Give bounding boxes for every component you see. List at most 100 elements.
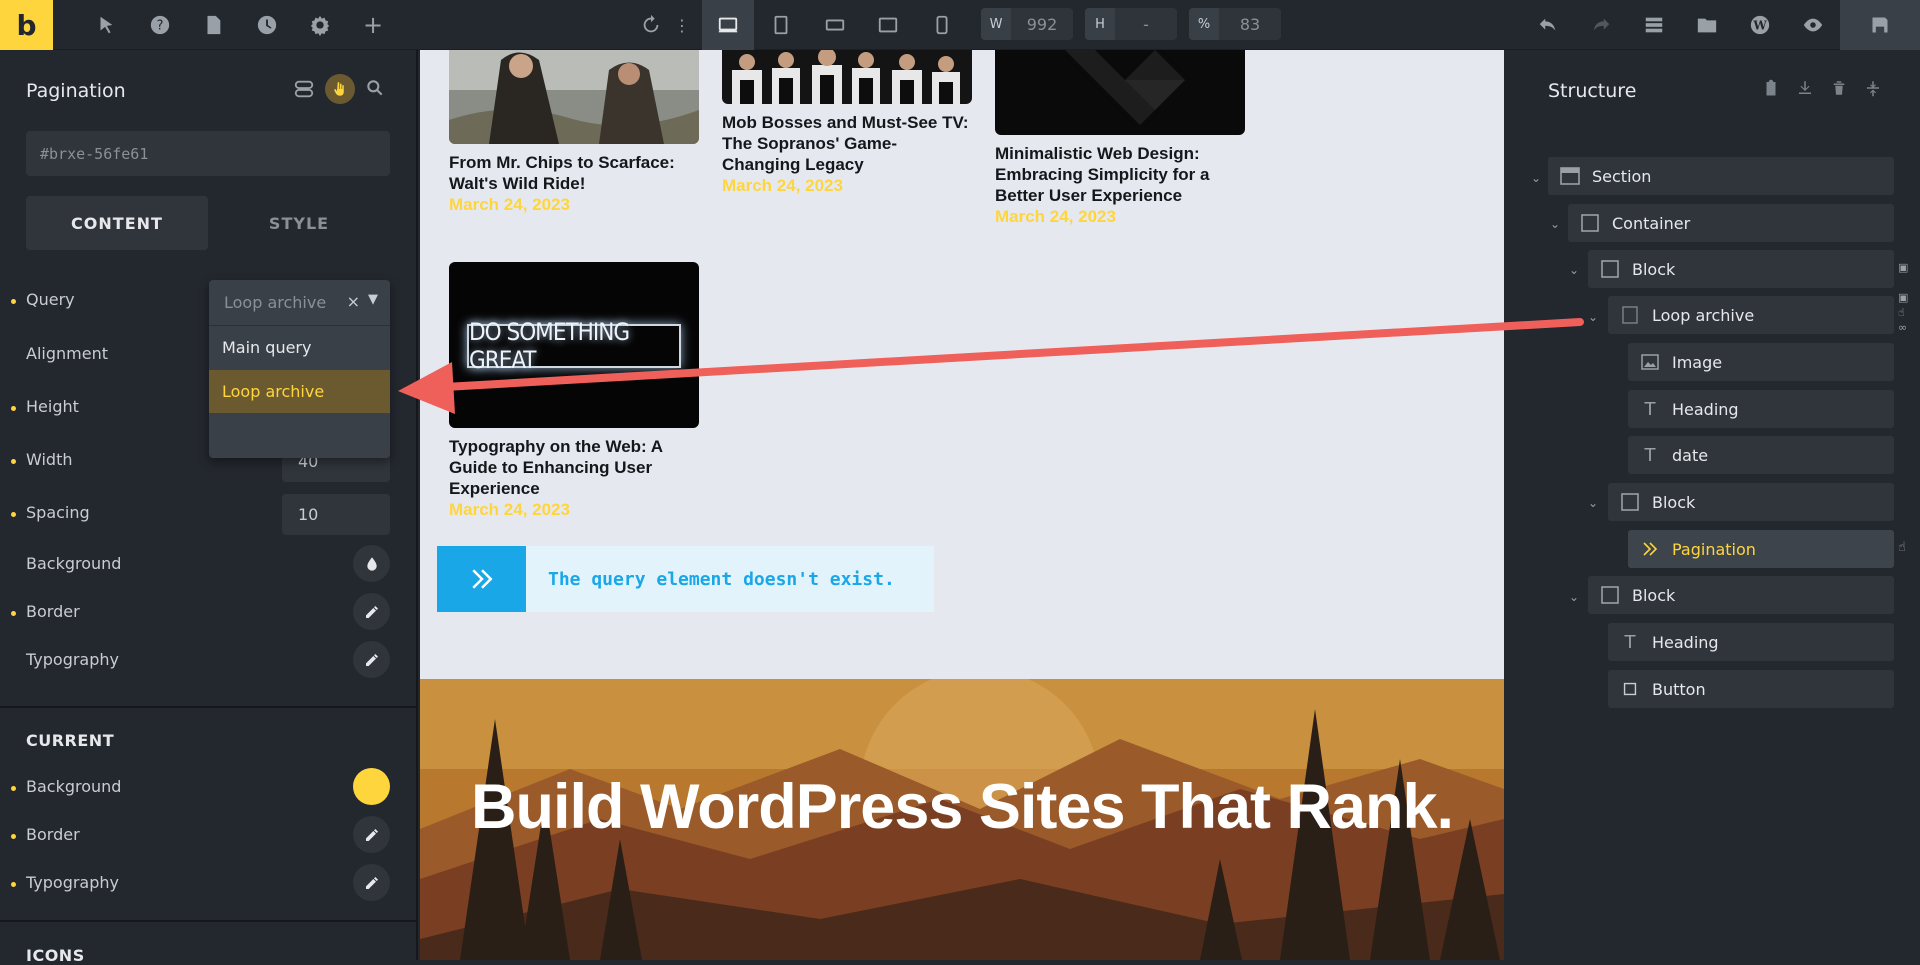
spacing-input[interactable]: 10 bbox=[282, 494, 390, 535]
post-title[interactable]: Minimalistic Web Design: Embracing Simpl… bbox=[995, 143, 1245, 206]
structure-node-section[interactable]: Section bbox=[1548, 157, 1894, 195]
download-icon[interactable] bbox=[1796, 79, 1814, 97]
zoom-value[interactable]: 83 bbox=[1219, 15, 1281, 34]
trash-icon[interactable] bbox=[1830, 79, 1848, 97]
section-divider bbox=[0, 706, 416, 708]
chevron-down-icon[interactable]: ⌄ bbox=[1550, 217, 1560, 231]
width-value[interactable]: 992 bbox=[1011, 15, 1073, 34]
structure-node-pagination[interactable]: Pagination bbox=[1628, 530, 1894, 568]
history-icon[interactable] bbox=[252, 10, 282, 40]
icons-section-heading[interactable]: ICONS bbox=[26, 946, 85, 965]
preview-eye-icon[interactable] bbox=[1798, 10, 1828, 40]
post-title[interactable]: Typography on the Web: A Guide to Enhanc… bbox=[449, 436, 699, 499]
structure-node-date[interactable]: Tdate bbox=[1628, 436, 1894, 474]
structure-node-button[interactable]: Button bbox=[1608, 670, 1894, 708]
query-select-dropdown[interactable]: Loop archive × ▼ Main query Loop archive bbox=[209, 280, 390, 458]
clipboard-icon[interactable] bbox=[1762, 79, 1780, 97]
section-icon bbox=[1560, 167, 1580, 185]
structure-node-block[interactable]: Block bbox=[1608, 483, 1894, 521]
tab-style[interactable]: STYLE bbox=[208, 196, 390, 250]
folder-icon[interactable] bbox=[1692, 10, 1722, 40]
background-picker-button[interactable] bbox=[353, 545, 390, 582]
save-icon bbox=[1872, 17, 1888, 33]
setting-indicator-dot bbox=[11, 512, 16, 517]
width-field[interactable]: W 992 bbox=[981, 8, 1073, 40]
tablet-landscape-icon[interactable] bbox=[873, 10, 903, 40]
post-card[interactable]: DO SOMETHING GREAT Typography on the Web… bbox=[449, 262, 699, 520]
current-border-label: Border bbox=[26, 825, 80, 844]
toggle-icon[interactable] bbox=[293, 78, 315, 100]
block-icon bbox=[1620, 493, 1640, 511]
alignment-label: Alignment bbox=[26, 344, 108, 363]
element-id-field[interactable]: #brxe-56fe61 bbox=[26, 131, 390, 176]
structure-node-heading[interactable]: T Heading bbox=[1628, 390, 1894, 428]
border-label: Border bbox=[26, 602, 80, 621]
text-icon: T bbox=[1644, 444, 1656, 466]
post-title[interactable]: From Mr. Chips to Scarface: Walt's Wild … bbox=[449, 152, 699, 194]
structure-node-heading[interactable]: T Heading bbox=[1608, 623, 1894, 661]
interactions-hand-icon[interactable] bbox=[325, 74, 355, 104]
post-title[interactable]: Mob Bosses and Must-See TV: The Sopranos… bbox=[722, 112, 972, 175]
border-edit-button[interactable] bbox=[353, 593, 390, 630]
post-card[interactable]: Minimalistic Web Design: Embracing Simpl… bbox=[995, 50, 1245, 227]
clear-icon[interactable]: × bbox=[347, 292, 360, 311]
post-image bbox=[995, 50, 1245, 135]
chevron-down-icon[interactable]: ⌄ bbox=[1531, 171, 1541, 185]
structure-node-container[interactable]: Container bbox=[1568, 204, 1894, 242]
node-label: date bbox=[1672, 445, 1709, 465]
collapse-icon[interactable] bbox=[1864, 79, 1882, 97]
help-icon[interactable]: ? bbox=[145, 10, 175, 40]
setting-indicator-dot bbox=[11, 406, 16, 411]
settings-gear-icon[interactable] bbox=[305, 10, 335, 40]
pointer-icon[interactable] bbox=[91, 10, 121, 40]
more-vertical-icon[interactable]: ⋮ bbox=[667, 10, 697, 40]
height-value[interactable]: - bbox=[1115, 15, 1177, 34]
structure-node-loop-archive[interactable]: Loop archive bbox=[1608, 296, 1894, 334]
mobile-landscape-icon[interactable] bbox=[820, 10, 850, 40]
search-icon[interactable] bbox=[365, 78, 385, 98]
structure-node-block[interactable]: Block bbox=[1588, 576, 1894, 614]
chevron-down-icon[interactable]: ⌄ bbox=[1588, 496, 1598, 510]
height-field[interactable]: H - bbox=[1085, 8, 1177, 40]
redo-icon[interactable] bbox=[1586, 10, 1616, 40]
hero-heading[interactable]: Build WordPress Sites That Rank. bbox=[420, 755, 1504, 859]
setting-indicator-dot bbox=[11, 882, 16, 887]
reload-icon[interactable] bbox=[636, 10, 666, 40]
typography-edit-button[interactable] bbox=[353, 641, 390, 678]
save-button[interactable] bbox=[1840, 0, 1920, 50]
dropdown-option-loop-archive[interactable]: Loop archive bbox=[209, 370, 390, 413]
current-background-swatch[interactable] bbox=[353, 768, 390, 805]
structure-list-icon[interactable] bbox=[1639, 10, 1669, 40]
current-typography-edit-button[interactable] bbox=[353, 864, 390, 901]
dropdown-option-main-query[interactable]: Main query bbox=[209, 326, 390, 369]
tablet-portrait-icon[interactable] bbox=[766, 10, 796, 40]
hero-section[interactable]: Build WordPress Sites That Rank. bbox=[420, 679, 1504, 960]
section-divider bbox=[0, 920, 416, 922]
query-select[interactable]: Loop archive × ▼ bbox=[209, 280, 390, 326]
post-card[interactable]: Mob Bosses and Must-See TV: The Sopranos… bbox=[722, 50, 972, 196]
structure-node-block[interactable]: Block bbox=[1588, 250, 1894, 288]
zoom-field[interactable]: % 83 bbox=[1189, 8, 1281, 40]
bricks-logo[interactable]: b bbox=[0, 0, 53, 50]
post-card[interactable]: From Mr. Chips to Scarface: Walt's Wild … bbox=[449, 50, 699, 215]
chevron-down-icon[interactable]: ⌄ bbox=[1569, 263, 1579, 277]
chevron-down-icon[interactable]: ⌄ bbox=[1569, 590, 1579, 604]
current-typography-label: Typography bbox=[26, 873, 119, 892]
add-icon[interactable]: + bbox=[358, 10, 388, 40]
mobile-portrait-icon[interactable] bbox=[927, 10, 957, 40]
structure-node-image[interactable]: Image bbox=[1628, 343, 1894, 381]
wordpress-icon[interactable]: W bbox=[1745, 10, 1775, 40]
desktop-breakpoint-icon[interactable] bbox=[713, 10, 743, 40]
current-border-edit-button[interactable] bbox=[353, 816, 390, 853]
node-label: Block bbox=[1632, 259, 1676, 279]
pencil-icon bbox=[365, 876, 378, 889]
current-section-heading[interactable]: CURRENT bbox=[26, 731, 114, 750]
builder-canvas[interactable]: From Mr. Chips to Scarface: Walt's Wild … bbox=[420, 50, 1504, 960]
query-label: Query bbox=[26, 290, 75, 309]
chevron-down-icon[interactable]: ⌄ bbox=[1588, 310, 1598, 324]
chevron-down-icon[interactable]: ▼ bbox=[368, 292, 378, 307]
undo-icon[interactable] bbox=[1533, 10, 1563, 40]
setting-indicator-dot bbox=[11, 786, 16, 791]
pages-icon[interactable] bbox=[198, 10, 228, 40]
tab-content[interactable]: CONTENT bbox=[26, 196, 208, 250]
